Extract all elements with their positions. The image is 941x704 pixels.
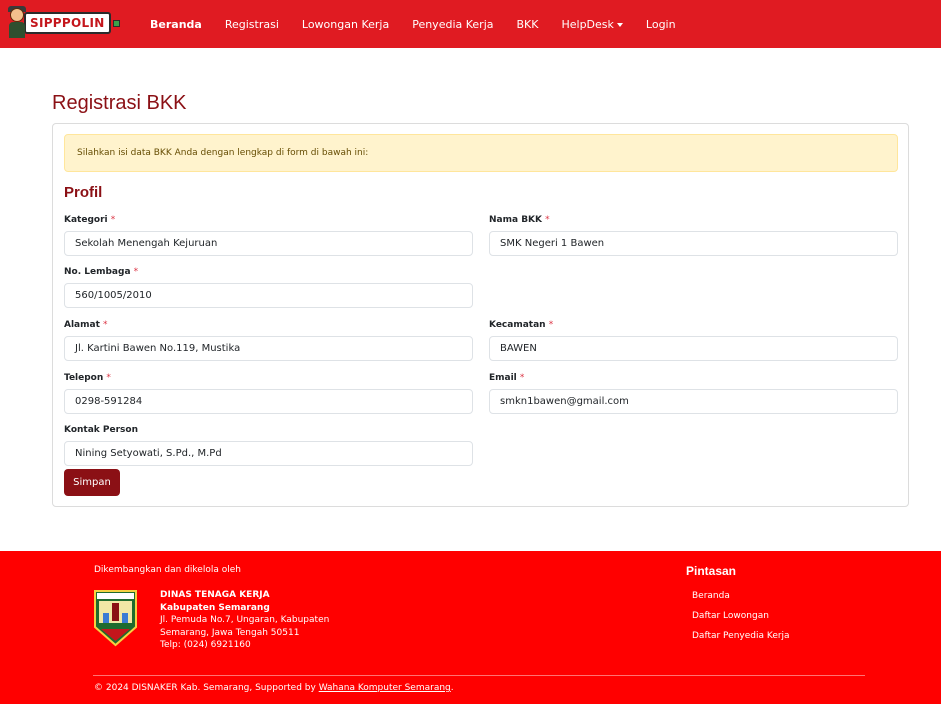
- nav-item-helpdesk[interactable]: HelpDesk: [561, 17, 623, 31]
- shortcut-daftar-lowongan[interactable]: Daftar Lowongan: [692, 606, 790, 626]
- kabupaten-semarang-emblem-icon: [94, 590, 137, 647]
- required-mark: *: [106, 373, 111, 383]
- kecamatan-field[interactable]: BAWEN: [489, 336, 898, 361]
- telepon-group: Telepon * 0298-591284: [64, 372, 473, 414]
- footer: Dikembangkan dan dikelola oleh DINAS TEN…: [0, 551, 941, 704]
- nav-item-beranda[interactable]: Beranda: [150, 18, 202, 31]
- org-region: Kabupaten Semarang: [160, 602, 270, 613]
- required-mark: *: [548, 320, 554, 330]
- no-lembaga-label: No. Lembaga *: [64, 267, 139, 277]
- kecamatan-label: Kecamatan *: [489, 320, 554, 330]
- nama-bkk-group: Nama BKK * SMK Negeri 1 Bawen: [489, 214, 898, 256]
- nama-bkk-label: Nama BKK *: [489, 215, 550, 225]
- shortcuts-title: Pintasan: [686, 564, 737, 578]
- nav-item-bkk[interactable]: BKK: [517, 18, 539, 31]
- footer-divider: [93, 675, 865, 676]
- alamat-group: Alamat * Jl. Kartini Bawen No.119, Musti…: [64, 319, 473, 361]
- main-nav: Beranda Registrasi Lowongan Kerja Penyed…: [150, 0, 699, 48]
- mascot-logo-icon: [6, 6, 28, 38]
- required-mark: *: [133, 267, 139, 277]
- no-lembaga-group: No. Lembaga * 560/1005/2010: [64, 266, 473, 308]
- copyright: © 2024 DISNAKER Kab. Semarang, Supported…: [94, 683, 454, 693]
- org-address-line2: Semarang, Jawa Tengah 50511: [160, 627, 300, 638]
- nav-item-helpdesk-label: HelpDesk: [561, 17, 614, 31]
- required-mark: *: [110, 215, 116, 225]
- alamat-field[interactable]: Jl. Kartini Bawen No.119, Mustika: [64, 336, 473, 361]
- kontak-person-group: Kontak Person Nining Setyowati, S.Pd., M…: [64, 424, 473, 466]
- kategori-group: Kategori * Sekolah Menengah Kejuruan: [64, 214, 473, 256]
- telepon-field[interactable]: 0298-591284: [64, 389, 473, 414]
- email-field[interactable]: smkn1bawen@gmail.com: [489, 389, 898, 414]
- copyright-prefix: © 2024 DISNAKER Kab. Semarang, Supported…: [94, 683, 319, 693]
- required-mark: *: [545, 215, 550, 225]
- save-button[interactable]: Simpan: [64, 469, 120, 496]
- info-alert: Silahkan isi data BKK Anda dengan lengka…: [64, 134, 898, 172]
- required-mark: *: [519, 373, 525, 383]
- nav-item-lowongan-kerja[interactable]: Lowongan Kerja: [302, 18, 389, 31]
- nav-item-penyedia-kerja[interactable]: Penyedia Kerja: [412, 18, 493, 31]
- shortcut-beranda[interactable]: Beranda: [692, 586, 790, 606]
- org-phone: Telp: (024) 6921160: [160, 640, 251, 650]
- brand-name: SIPPPOLIN: [24, 12, 111, 34]
- caret-down-icon: [616, 22, 623, 27]
- page-title: Registrasi BKK: [52, 92, 187, 114]
- shortcut-daftar-penyedia-kerja[interactable]: Daftar Penyedia Kerja: [692, 626, 790, 646]
- copyright-suffix: .: [450, 683, 454, 693]
- shortcuts-list: Beranda Daftar Lowongan Daftar Penyedia …: [692, 586, 790, 646]
- developed-by-text: Dikembangkan dan dikelola oleh: [94, 565, 241, 575]
- organization-info: DINAS TENAGA KERJA Kabupaten Semarang Jl…: [160, 589, 329, 652]
- nav-item-registrasi[interactable]: Registrasi: [225, 18, 279, 31]
- email-group: Email * smkn1bawen@gmail.com: [489, 372, 898, 414]
- brand-logo[interactable]: SIPPPOLIN: [6, 6, 120, 38]
- email-label: Email *: [489, 373, 525, 383]
- kategori-label: Kategori *: [64, 215, 116, 225]
- brand-flag-icon: [112, 19, 120, 27]
- org-address-line1: Jl. Pemuda No.7, Ungaran, Kabupaten: [160, 615, 330, 625]
- kategori-field[interactable]: Sekolah Menengah Kejuruan: [64, 231, 473, 256]
- section-title-profil: Profil: [64, 184, 103, 201]
- top-navbar: SIPPPOLIN Beranda Registrasi Lowongan Ke…: [0, 0, 941, 48]
- telepon-label: Telepon *: [64, 373, 111, 383]
- kecamatan-group: Kecamatan * BAWEN: [489, 319, 898, 361]
- kontak-person-label: Kontak Person: [64, 425, 138, 435]
- no-lembaga-field[interactable]: 560/1005/2010: [64, 283, 473, 308]
- nav-item-login[interactable]: Login: [646, 18, 676, 31]
- registration-card: Silahkan isi data BKK Anda dengan lengka…: [52, 123, 909, 507]
- required-mark: *: [103, 320, 108, 330]
- supporter-link[interactable]: Wahana Komputer Semarang: [319, 683, 451, 693]
- nama-bkk-field[interactable]: SMK Negeri 1 Bawen: [489, 231, 898, 256]
- alamat-label: Alamat *: [64, 320, 108, 330]
- org-name: DINAS TENAGA KERJA: [160, 590, 270, 600]
- kontak-person-field[interactable]: Nining Setyowati, S.Pd., M.Pd: [64, 441, 473, 466]
